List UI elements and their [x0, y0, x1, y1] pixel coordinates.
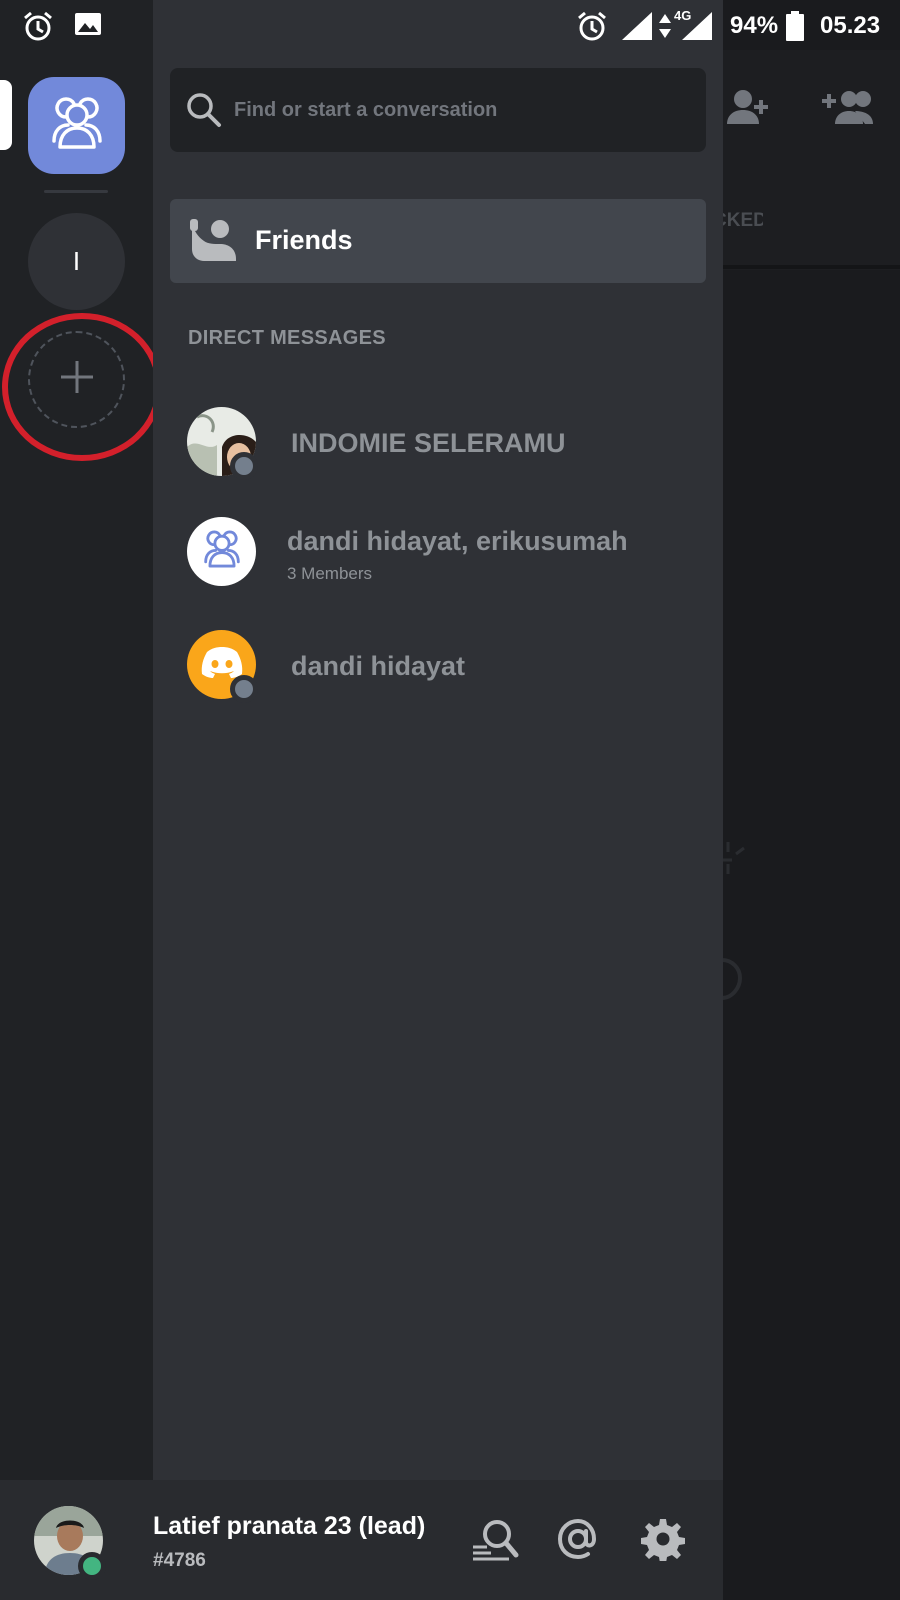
search-bar[interactable]	[170, 68, 706, 152]
header-divider	[723, 265, 900, 269]
server-rail: I	[0, 50, 162, 1480]
wumpus-illustration	[721, 955, 752, 1010]
search-input[interactable]	[234, 68, 694, 152]
mentions-button[interactable]	[553, 1516, 603, 1566]
user-panel: Latief pranata 23 (lead) #4786	[0, 1480, 723, 1600]
member-count: 3 Members	[287, 564, 373, 583]
background-header	[723, 50, 900, 270]
friends-group-icon	[46, 95, 108, 156]
group-avatar	[187, 517, 256, 586]
username: Latief pranata 23 (lead)	[153, 1512, 426, 1540]
dm-name: INDOMIE SELERAMU	[291, 428, 566, 458]
dm-item-dandi-hidayat[interactable]: dandi hidayat	[170, 619, 706, 709]
settings-button[interactable]	[638, 1516, 688, 1566]
signal-icon	[622, 12, 652, 45]
add-friend-icon[interactable]	[725, 88, 771, 133]
battery-percent: 94%	[730, 12, 779, 39]
battery-icon	[786, 11, 804, 46]
friends-group-icon	[200, 529, 244, 574]
image-icon	[74, 10, 102, 43]
server-initial: I	[72, 246, 81, 276]
status-offline-dot	[230, 452, 258, 480]
gear-icon	[641, 1517, 685, 1566]
dm-item-indomie-seleramu[interactable]: INDOMIE SELERAMU	[170, 396, 706, 486]
status-online-dot	[78, 1552, 106, 1580]
server-button[interactable]: I	[28, 213, 125, 310]
dm-name: dandi hidayat	[291, 651, 466, 681]
tab-blocked[interactable]: CKED	[723, 210, 763, 232]
clock: 05.23	[820, 12, 881, 39]
data-arrows-icon	[658, 12, 672, 45]
friends-wave-icon	[190, 217, 238, 268]
search-icon	[186, 92, 222, 133]
dm-panel: Friends DIRECT MESSAGES INDOMIE SELERAMU	[153, 50, 723, 1480]
rail-separator	[44, 190, 108, 193]
at-sign-icon	[556, 1517, 600, 1566]
search-list-icon	[471, 1517, 519, 1566]
selected-indicator	[0, 80, 12, 150]
sparkle-icon	[722, 840, 752, 881]
add-group-icon[interactable]	[821, 88, 875, 133]
highlight-circle	[2, 313, 162, 461]
friends-button[interactable]: Friends	[170, 199, 706, 283]
friends-label: Friends	[255, 225, 353, 255]
status-bar: 4G 94% 05.23	[0, 0, 900, 50]
home-button[interactable]	[28, 77, 125, 174]
user-discriminator: #4786	[153, 1550, 206, 1571]
background-screen	[723, 50, 900, 1600]
status-offline-dot	[230, 675, 258, 703]
alarm-icon	[576, 10, 608, 47]
alarm-icon	[22, 10, 54, 47]
dm-name: dandi hidayat, erikusumah	[287, 526, 628, 556]
dm-item-group[interactable]: dandi hidayat, erikusumah 3 Members	[170, 506, 706, 596]
direct-messages-header: DIRECT MESSAGES	[188, 327, 386, 349]
search-messages-button[interactable]	[470, 1516, 520, 1566]
signal-icon	[682, 12, 712, 45]
